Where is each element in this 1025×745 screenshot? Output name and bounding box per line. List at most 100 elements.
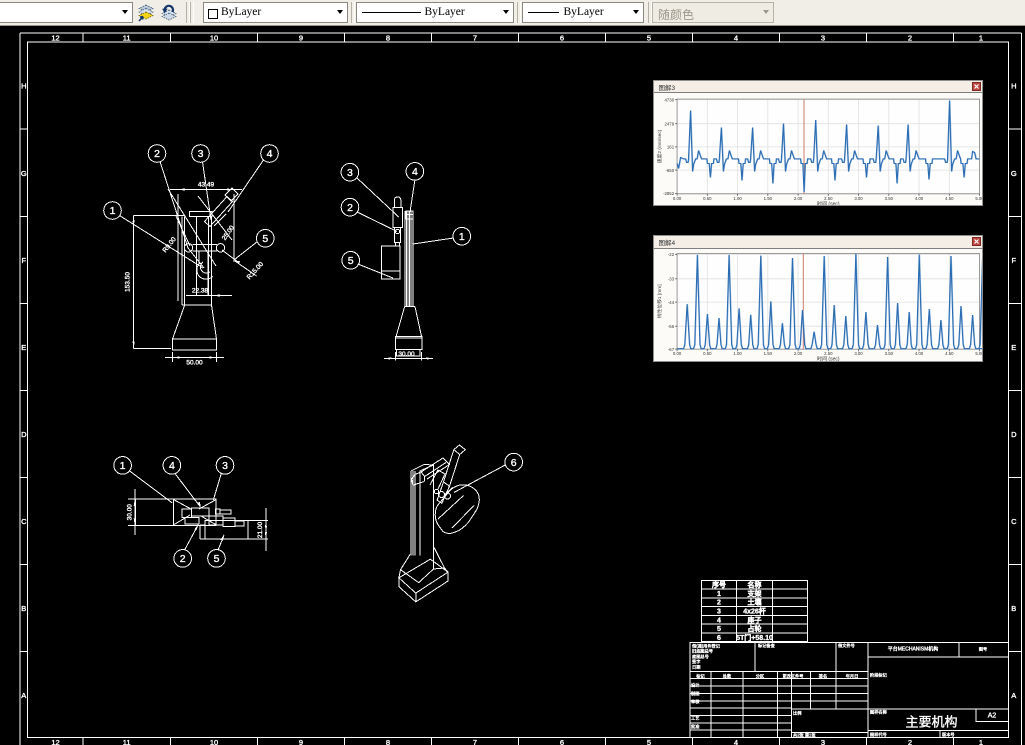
svg-text:153.50: 153.50: [125, 272, 132, 292]
svg-text:-22: -22: [667, 252, 674, 257]
svg-text:50.00: 50.00: [186, 360, 203, 367]
svg-text:12: 12: [51, 738, 59, 745]
svg-text:序号: 序号: [711, 580, 726, 589]
svg-text:4: 4: [412, 166, 418, 178]
svg-text:1.00: 1.00: [733, 195, 742, 200]
svg-text:-2852: -2852: [663, 191, 675, 196]
svg-text:4: 4: [734, 738, 738, 745]
svg-text:0.50: 0.50: [703, 351, 712, 356]
svg-text:30.00: 30.00: [398, 351, 415, 358]
svg-text:审核: 审核: [691, 698, 700, 705]
svg-text:主要机构: 主要机构: [905, 715, 957, 730]
svg-text:4x26杆: 4x26杆: [743, 607, 766, 616]
svg-text:6: 6: [511, 457, 517, 469]
svg-text:5: 5: [262, 233, 268, 245]
svg-text:线性位移1 [mm]: 线性位移1 [mm]: [656, 284, 663, 318]
svg-text:30.00: 30.00: [127, 504, 134, 521]
svg-text:12: 12: [51, 34, 59, 43]
svg-text:4: 4: [717, 617, 721, 624]
svg-text:设计: 设计: [691, 682, 699, 689]
svg-text:2.00: 2.00: [793, 195, 802, 200]
svg-text:3.00: 3.00: [854, 351, 863, 356]
svg-text:0.00: 0.00: [672, 351, 681, 356]
svg-text:G: G: [21, 169, 27, 178]
svg-text:5: 5: [647, 738, 651, 745]
svg-text:A: A: [1011, 691, 1016, 700]
svg-text:-44: -44: [667, 300, 674, 305]
svg-text:4: 4: [267, 148, 273, 160]
svg-text:2.00: 2.00: [793, 351, 802, 356]
svg-text:3: 3: [198, 148, 204, 160]
svg-text:3: 3: [222, 460, 228, 472]
svg-text:5: 5: [717, 626, 721, 633]
svg-text:7: 7: [473, 738, 477, 745]
svg-text:-67: -67: [667, 347, 674, 352]
svg-text:E: E: [1011, 343, 1016, 352]
svg-text:批准: 批准: [691, 723, 699, 730]
svg-text:3.50: 3.50: [884, 195, 893, 200]
svg-text:1: 1: [979, 34, 983, 43]
svg-text:版本号: 版本号: [942, 731, 955, 738]
svg-text:-650: -650: [665, 167, 674, 172]
svg-text:更改文件号: 更改文件号: [783, 672, 804, 679]
svg-text:图样名称: 图样名称: [870, 709, 887, 716]
svg-text:2: 2: [180, 553, 186, 565]
svg-text:F: F: [1012, 256, 1017, 265]
svg-text:1: 1: [459, 231, 465, 243]
svg-text:1.50: 1.50: [763, 351, 772, 356]
svg-text:5: 5: [647, 34, 651, 43]
svg-text:8: 8: [386, 34, 390, 43]
svg-text:5T门+58.10: 5T门+58.10: [736, 633, 773, 642]
svg-text:0.50: 0.50: [703, 195, 712, 200]
svg-text:2: 2: [908, 738, 912, 745]
svg-text:3: 3: [347, 167, 353, 179]
svg-text:2: 2: [154, 148, 160, 160]
svg-text:22.38: 22.38: [192, 288, 209, 295]
svg-text:A: A: [21, 691, 26, 700]
svg-text:借文件号: 借文件号: [838, 642, 855, 649]
svg-text:B: B: [1011, 604, 1016, 613]
svg-text:161: 161: [666, 144, 674, 149]
svg-text:D: D: [21, 430, 27, 439]
svg-text:平台MECHANISM机构: 平台MECHANISM机构: [888, 646, 939, 653]
svg-text:2: 2: [717, 600, 721, 607]
svg-text:11: 11: [123, 34, 131, 43]
svg-text:8: 8: [386, 738, 390, 745]
svg-text:1.00: 1.00: [733, 351, 742, 356]
svg-text:43.49: 43.49: [198, 182, 215, 189]
svg-text:1.50: 1.50: [763, 195, 772, 200]
svg-text:9: 9: [299, 738, 303, 745]
svg-text:5.00: 5.00: [975, 351, 982, 356]
svg-text:2479: 2479: [664, 121, 674, 126]
svg-text:时间 (sec): 时间 (sec): [817, 200, 840, 205]
svg-text:2.50: 2.50: [824, 195, 833, 200]
svg-text:支架: 支架: [747, 589, 762, 598]
svg-text:时间 (sec): 时间 (sec): [817, 356, 840, 361]
svg-text:4730: 4730: [664, 97, 674, 102]
svg-text:10: 10: [210, 738, 218, 745]
svg-text:签字: 签字: [692, 658, 700, 664]
svg-text:4.00: 4.00: [914, 351, 923, 356]
svg-text:占轮: 占轮: [748, 624, 762, 633]
svg-text:1: 1: [110, 205, 116, 217]
svg-text:11: 11: [123, 738, 131, 745]
svg-text:E: E: [21, 343, 26, 352]
svg-text:0.00: 0.00: [672, 195, 681, 200]
svg-text:3: 3: [717, 609, 721, 616]
svg-text:1: 1: [979, 738, 983, 745]
svg-text:-56: -56: [667, 324, 674, 329]
svg-text:制图: 制图: [691, 690, 699, 697]
svg-text:日期: 日期: [692, 664, 700, 670]
svg-text:H: H: [1011, 82, 1016, 91]
svg-text:4.00: 4.00: [914, 195, 923, 200]
svg-text:C: C: [21, 517, 27, 526]
svg-text:3: 3: [821, 738, 825, 745]
svg-text:4.50: 4.50: [945, 195, 954, 200]
svg-text:比例: 比例: [793, 710, 801, 717]
svg-text:6: 6: [560, 738, 564, 745]
svg-text:21.00: 21.00: [257, 521, 264, 538]
svg-text:4.50: 4.50: [945, 351, 954, 356]
svg-text:1: 1: [717, 591, 721, 598]
svg-text:3: 3: [821, 34, 825, 43]
svg-text:B: B: [21, 604, 26, 613]
